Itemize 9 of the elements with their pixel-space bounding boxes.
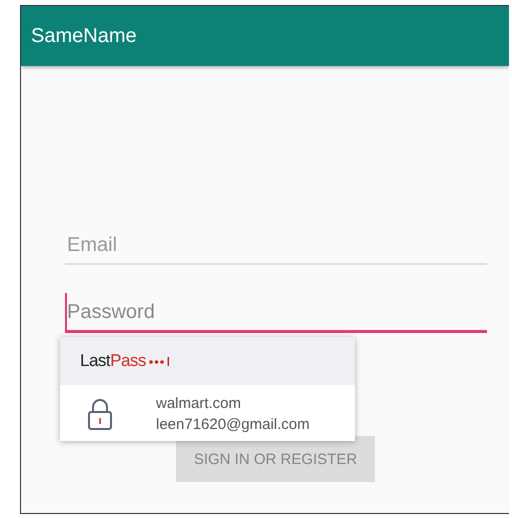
logo-text: Last <box>80 351 110 371</box>
dots-icon <box>148 356 171 366</box>
site-name: walmart.com <box>156 394 242 414</box>
password-field[interactable]: Password <box>65 293 487 333</box>
lock-icon <box>88 398 112 430</box>
username: leen71620@gmail.com <box>156 415 310 435</box>
app-title: SameName <box>31 24 137 48</box>
email-field[interactable]: Email <box>65 226 487 265</box>
logo-text: Pass <box>110 351 146 371</box>
